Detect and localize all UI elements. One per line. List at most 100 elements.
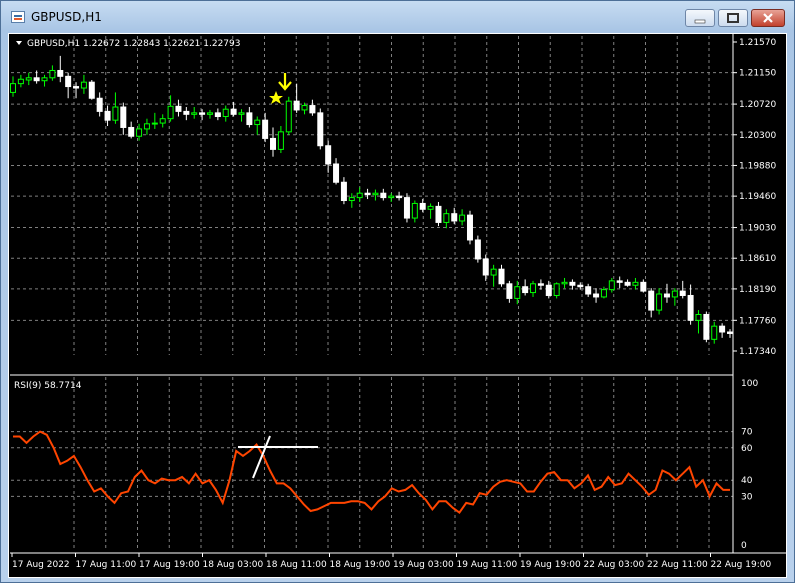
price-tick-label: 1.20720 bbox=[739, 100, 776, 110]
candle-body bbox=[246, 112, 253, 126]
time-tick-label: 22 Aug 11:00 bbox=[647, 560, 708, 570]
chart-area[interactable]: 1.21570 1.21150 1.20720 1.20300 1.19880 1.194… bbox=[8, 33, 787, 578]
candle-body bbox=[96, 97, 103, 112]
time-tick-label: 22 Aug 19:00 bbox=[711, 560, 772, 570]
candle-body bbox=[364, 192, 371, 196]
price-tick-label: 1.19030 bbox=[739, 224, 776, 234]
candle-body bbox=[348, 197, 355, 202]
rsi-tick-label: 0 bbox=[741, 541, 747, 551]
candle-body bbox=[136, 128, 143, 137]
candle-body bbox=[120, 106, 127, 128]
main-panel-label: GBPUSD,H1 1.22672 1.22843 1.22621 1.2279… bbox=[27, 39, 240, 49]
time-tick-label: 17 Aug 11:00 bbox=[76, 560, 137, 570]
title-bar[interactable]: GBPUSD,H1 bbox=[1, 1, 794, 35]
price-tick-label: 1.19880 bbox=[739, 161, 776, 171]
minimize-button[interactable] bbox=[685, 9, 715, 27]
candle-body bbox=[593, 293, 600, 298]
candle-body bbox=[616, 280, 623, 283]
rsi-tick-label: 30 bbox=[741, 492, 753, 502]
candle-body bbox=[222, 108, 229, 118]
minimize-icon bbox=[686, 10, 714, 26]
candle-body bbox=[514, 286, 521, 299]
candle-body bbox=[167, 105, 174, 120]
price-tick-label: 1.17340 bbox=[739, 347, 776, 357]
candle-body bbox=[466, 214, 473, 241]
time-tick-label: 17 Aug 2022 bbox=[12, 560, 70, 570]
price-tick-label: 1.20300 bbox=[739, 131, 776, 141]
price-tick-label: 1.21570 bbox=[739, 38, 776, 48]
time-tick-label: 18 Aug 03:00 bbox=[203, 560, 264, 570]
rsi-tick-label: 70 bbox=[741, 428, 753, 438]
rsi-tick-label: 60 bbox=[741, 444, 753, 454]
candle-body bbox=[459, 214, 466, 222]
candle-body bbox=[175, 105, 182, 112]
candle-body bbox=[608, 280, 615, 291]
candle-body bbox=[474, 239, 481, 260]
candle-body bbox=[679, 290, 686, 296]
candle-body bbox=[25, 77, 32, 81]
candle-body bbox=[17, 78, 24, 85]
chart-canvas[interactable]: 1.21570 1.21150 1.20720 1.20300 1.19880 1.194… bbox=[8, 33, 787, 578]
candle-body bbox=[199, 112, 206, 115]
time-tick-label: 22 Aug 03:00 bbox=[584, 560, 645, 570]
candle-body bbox=[285, 100, 292, 133]
candle-body bbox=[214, 112, 221, 118]
candle-body bbox=[695, 313, 702, 321]
candle-body bbox=[112, 106, 119, 121]
rsi-panel-label: RSI(9) 58.7714 bbox=[14, 381, 82, 391]
candle-body bbox=[727, 331, 733, 334]
candle-body bbox=[277, 131, 284, 150]
candle-body bbox=[640, 281, 647, 292]
candle-body bbox=[656, 293, 663, 311]
candle-body bbox=[537, 283, 544, 286]
candle-body bbox=[719, 325, 726, 333]
time-tick-label: 17 Aug 19:00 bbox=[139, 560, 200, 570]
candle-body bbox=[206, 112, 213, 115]
candle-body bbox=[270, 137, 277, 150]
candle-body bbox=[317, 112, 324, 147]
candle-body bbox=[411, 202, 418, 219]
candle-body bbox=[624, 281, 631, 286]
candle-body bbox=[41, 77, 48, 82]
candle-body bbox=[703, 313, 710, 340]
candle-body bbox=[73, 86, 80, 89]
candle-body bbox=[545, 284, 552, 296]
candle-body bbox=[230, 108, 237, 115]
candle-body bbox=[333, 163, 340, 183]
candle-body bbox=[293, 100, 300, 111]
candle-body bbox=[687, 294, 694, 321]
candle-body bbox=[388, 195, 395, 199]
rsi-tick-label: 100 bbox=[741, 379, 758, 389]
candle-body bbox=[498, 268, 505, 285]
candle-body bbox=[80, 81, 87, 89]
rsi-tick-label: 40 bbox=[741, 476, 753, 486]
candle-body bbox=[372, 192, 379, 196]
candle-body bbox=[143, 123, 150, 130]
candle-body bbox=[396, 195, 403, 199]
candle-body bbox=[435, 205, 442, 223]
candle-body bbox=[490, 268, 497, 276]
candle-body bbox=[380, 192, 387, 199]
time-tick-label: 18 Aug 19:00 bbox=[330, 560, 391, 570]
candle-body bbox=[561, 281, 568, 285]
candle-body bbox=[301, 105, 308, 111]
candle-body bbox=[104, 110, 111, 121]
price-tick-label: 1.17760 bbox=[739, 316, 776, 326]
candle-body bbox=[309, 105, 316, 114]
candle-body bbox=[356, 192, 363, 199]
time-tick-label: 19 Aug 19:00 bbox=[520, 560, 581, 570]
candle-body bbox=[65, 75, 72, 88]
candle-body bbox=[191, 112, 198, 115]
maximize-button[interactable] bbox=[718, 9, 748, 27]
price-tick-label: 1.19460 bbox=[739, 192, 776, 202]
candle-body bbox=[585, 286, 592, 295]
price-tick-label: 1.18190 bbox=[739, 285, 776, 295]
candle-body bbox=[530, 283, 537, 294]
close-button[interactable] bbox=[751, 9, 785, 27]
candle-body bbox=[663, 293, 670, 298]
candle-body bbox=[254, 119, 261, 126]
candle-body bbox=[600, 289, 607, 298]
candle-body bbox=[262, 119, 269, 139]
candle-body bbox=[522, 286, 529, 294]
candle-body bbox=[151, 122, 158, 125]
